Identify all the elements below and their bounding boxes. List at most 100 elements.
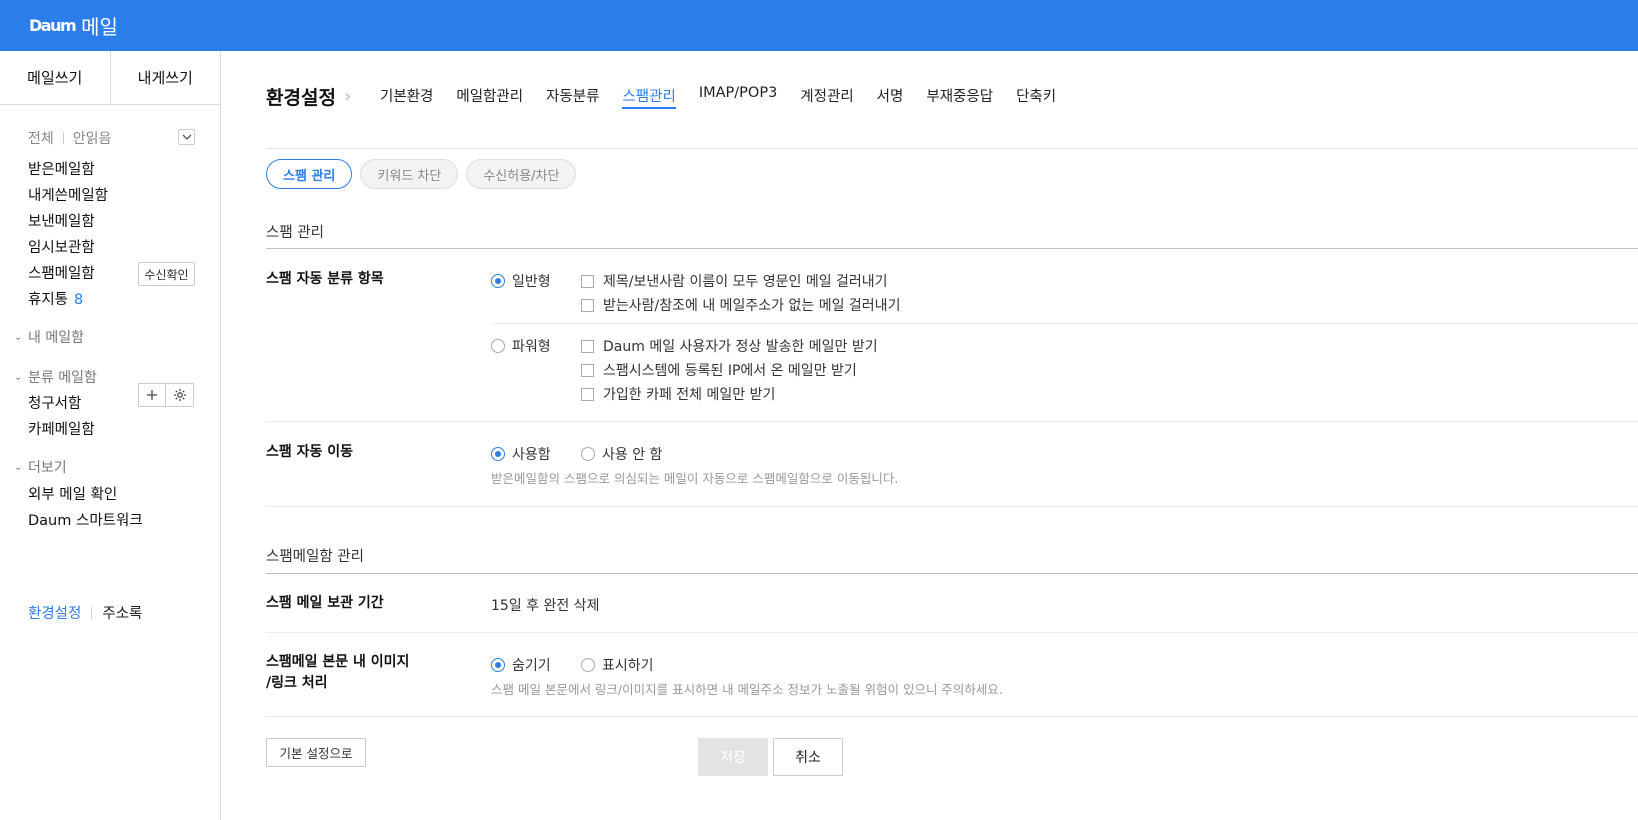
mailbox-tools [138, 383, 194, 407]
tab-signature[interactable]: 서명 [877, 85, 904, 109]
classify-label: 스팸 자동 분류 항목 [266, 271, 384, 287]
compose-button[interactable]: 메일쓰기 [0, 51, 110, 104]
filter-divider [62, 132, 64, 144]
filter-english-checkbox[interactable]: 제목/보낸사람 이름이 모두 영문인 메일 걸러내기 [581, 271, 888, 291]
gear-icon[interactable] [166, 383, 194, 407]
sidebar-item-smartwork[interactable]: Daum 스마트워크 [28, 509, 143, 530]
radio-label: 표시하기 [602, 658, 654, 674]
top-bar: Daum 메일 [0, 0, 1638, 51]
sidebar-item-sent[interactable]: 보낸메일함 [28, 210, 95, 231]
page-title: 환경설정 [266, 87, 336, 109]
chevron-down-icon[interactable] [178, 129, 195, 145]
sidebar-item-label: 휴지통 [28, 292, 69, 308]
radio-label: 숨기기 [512, 658, 551, 674]
sidebar-item-drafts[interactable]: 임시보관함 [28, 236, 95, 257]
radio-icon [491, 339, 505, 353]
subtab-keyword-block[interactable]: 키워드 차단 [360, 159, 459, 189]
category-mailbox-header[interactable]: ⌄ 분류 메일함 [14, 367, 97, 387]
tab-account[interactable]: 계정관리 [800, 85, 853, 109]
classify-power-radio[interactable]: 파워형 [491, 336, 551, 356]
radio-label: 일반형 [512, 274, 551, 290]
chevron-down-icon: ⌄ [14, 461, 23, 473]
radio-icon [581, 658, 595, 672]
logo-brand: Daum [29, 16, 77, 35]
sub-tabs: 스팸 관리 키워드 차단 수신허용/차단 [266, 159, 584, 189]
category-mailbox-label: 분류 메일함 [28, 370, 97, 386]
save-button[interactable]: 저장 [698, 738, 768, 776]
settings-divider [91, 606, 93, 619]
radio-selected-icon [491, 274, 505, 288]
filter-no-recipient-checkbox[interactable]: 받는사람/참조에 내 메일주소가 없는 메일 걸러내기 [581, 295, 900, 315]
sidebar-item-settings[interactable]: 환경설정 [28, 602, 81, 623]
power-daum-only-checkbox[interactable]: Daum 메일 사용자가 정상 발송한 메일만 받기 [581, 336, 878, 356]
subtab-spam-manage[interactable]: 스팸 관리 [266, 159, 353, 189]
checkbox-icon [581, 298, 594, 312]
divider [266, 716, 1638, 717]
reset-defaults-button[interactable]: 기본 설정으로 [266, 738, 366, 767]
auto-move-off-radio[interactable]: 사용 안 함 [581, 444, 662, 464]
sidebar-item-cafe[interactable]: 카페메일함 [28, 418, 95, 439]
checkbox-icon [581, 339, 594, 353]
tab-auto-reply[interactable]: 부재중응답 [926, 85, 993, 109]
divider [491, 323, 1638, 324]
retention-label: 스팸 메일 보관 기간 [266, 595, 384, 611]
divider [266, 248, 1638, 249]
checkbox-icon [581, 274, 594, 288]
tab-spam[interactable]: 스팸관리 [622, 85, 676, 109]
more-label: 더보기 [28, 460, 67, 476]
settings-tabs: 기본환경 메일함관리 자동분류 스팸관리 IMAP/POP3 계정관리 서명 부… [380, 85, 1079, 109]
plus-icon[interactable] [138, 383, 166, 407]
radio-selected-icon [491, 658, 505, 672]
power-cafe-only-checkbox[interactable]: 가입한 카페 전체 메일만 받기 [581, 384, 775, 404]
sidebar: 메일쓰기 내게쓰기 전체 안읽음 받은메일함 내게쓴메일함 보낸메일함 수신확인… [0, 51, 221, 820]
image-link-label-line2: /링크 처리 [266, 675, 328, 691]
sidebar-item-to-self[interactable]: 내게쓴메일함 [28, 184, 108, 205]
divider [266, 632, 1638, 633]
image-hide-radio[interactable]: 숨기기 [491, 655, 551, 675]
checkbox-label: 제목/보낸사람 이름이 모두 영문인 메일 걸러내기 [603, 274, 888, 290]
auto-move-on-radio[interactable]: 사용함 [491, 444, 551, 464]
radio-label: 파워형 [512, 339, 551, 355]
trash-count-badge: 8 [74, 292, 84, 308]
read-check-button[interactable]: 수신확인 [138, 262, 195, 286]
more-header[interactable]: ⌄ 더보기 [14, 457, 67, 477]
tab-mailbox-manage[interactable]: 메일함관리 [456, 85, 523, 109]
tab-imap-pop3[interactable]: IMAP/POP3 [699, 85, 777, 109]
logo[interactable]: Daum 메일 [29, 11, 118, 40]
main-content: 환경설정 › 기본환경 메일함관리 자동분류 스팸관리 IMAP/POP3 계정… [266, 51, 1638, 820]
compose-to-self-button[interactable]: 내게쓰기 [109, 51, 221, 104]
radio-label: 사용함 [512, 447, 551, 463]
checkbox-icon [581, 363, 594, 377]
divider [266, 506, 1638, 507]
filter-unread[interactable]: 안읽음 [73, 128, 112, 148]
power-registered-ip-checkbox[interactable]: 스팸시스템에 등록된 IP에서 온 메일만 받기 [581, 360, 857, 380]
subtab-allow-block[interactable]: 수신허용/차단 [466, 159, 577, 189]
sidebar-item-spam[interactable]: 스팸메일함 [28, 262, 95, 283]
spam-section-title: 스팸 관리 [266, 225, 324, 241]
checkbox-label: 가입한 카페 전체 메일만 받기 [603, 387, 776, 403]
my-mailbox-header[interactable]: ⌄ 내 메일함 [14, 327, 84, 347]
sidebar-item-bills[interactable]: 청구서함 [28, 392, 81, 413]
checkbox-icon [581, 387, 594, 401]
settings-row: 환경설정 주소록 [28, 602, 142, 623]
settings-header: 환경설정 › 기본환경 메일함관리 자동분류 스팸관리 IMAP/POP3 계정… [266, 51, 1638, 149]
radio-selected-icon [491, 447, 505, 461]
tab-general[interactable]: 기본환경 [380, 85, 433, 109]
checkbox-label: Daum 메일 사용자가 정상 발송한 메일만 받기 [603, 339, 878, 355]
radio-label: 사용 안 함 [602, 447, 663, 463]
image-link-label-line1: 스팸메일 본문 내 이미지 [266, 654, 410, 670]
radio-icon [581, 447, 595, 461]
sidebar-item-address-book[interactable]: 주소록 [102, 602, 142, 623]
retention-value: 15일 후 완전 삭제 [491, 598, 600, 614]
sidebar-item-trash[interactable]: 휴지통 8 [28, 288, 83, 309]
filter-all[interactable]: 전체 [28, 128, 54, 148]
tab-shortcuts[interactable]: 단축키 [1016, 85, 1056, 109]
checkbox-label: 받는사람/참조에 내 메일주소가 없는 메일 걸러내기 [603, 298, 901, 314]
image-show-radio[interactable]: 표시하기 [581, 655, 654, 675]
classify-normal-radio[interactable]: 일반형 [491, 271, 551, 291]
sidebar-item-inbox[interactable]: 받은메일함 [28, 158, 95, 179]
sidebar-item-external-mail[interactable]: 외부 메일 확인 [28, 483, 117, 504]
tab-auto-sort[interactable]: 자동분류 [546, 85, 599, 109]
image-link-label: 스팸메일 본문 내 이미지 /링크 처리 [266, 652, 409, 694]
cancel-button[interactable]: 취소 [773, 738, 843, 776]
